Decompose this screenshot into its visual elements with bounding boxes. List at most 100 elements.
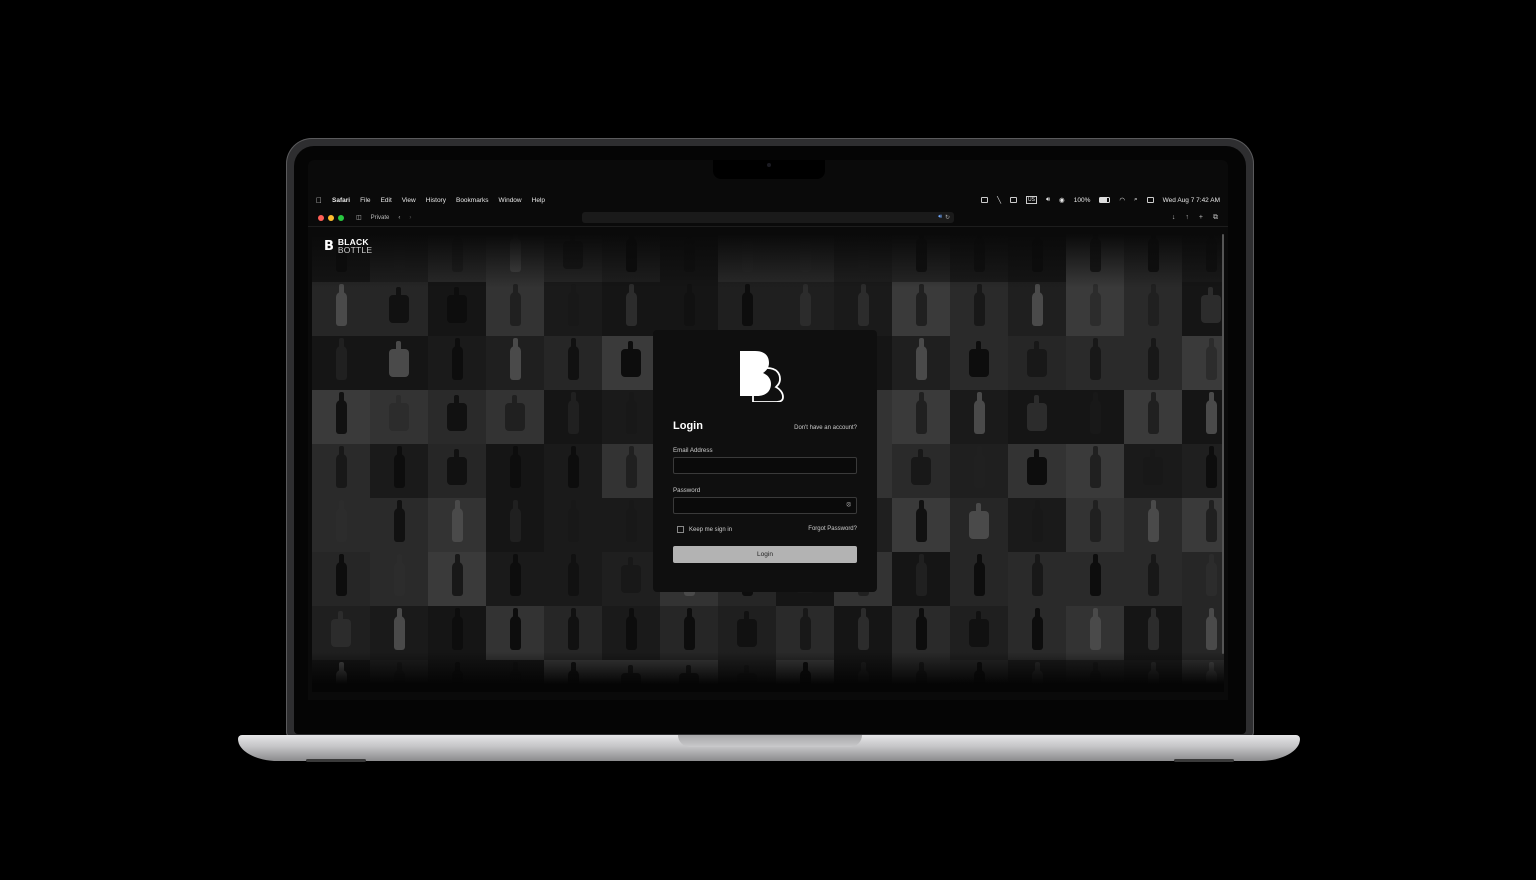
bottle-icon — [737, 611, 757, 647]
bottle-icon — [331, 611, 351, 647]
apple-icon[interactable]:  — [316, 196, 322, 205]
address-bar[interactable]: 🔊︎ ↻ — [582, 212, 954, 223]
bottle-icon — [1027, 341, 1047, 377]
menu-window[interactable]: Window — [499, 197, 522, 204]
volume-icon[interactable]: 🔊︎ — [1046, 196, 1050, 204]
bottle-tile — [486, 282, 544, 336]
top-fade — [312, 228, 1224, 288]
bottle-tile — [1066, 282, 1124, 336]
menu-history[interactable]: History — [426, 197, 446, 204]
bottle-icon — [621, 557, 641, 593]
bottle-icon — [1089, 446, 1101, 488]
close-window-button[interactable] — [318, 214, 324, 221]
bottle-icon — [1089, 392, 1101, 434]
keyboard-layout[interactable]: US — [1025, 196, 1037, 204]
clipboard-icon[interactable] — [981, 197, 989, 203]
back-icon[interactable]: ‹ — [398, 215, 400, 221]
audio-icon[interactable]: 🔊︎ — [938, 214, 942, 221]
bottle-tile — [950, 552, 1008, 606]
bottle-icon — [389, 287, 409, 323]
bottle-tile — [544, 336, 602, 390]
bottle-tile — [718, 282, 776, 336]
bottle-icon — [973, 392, 985, 434]
bottle-tile — [892, 390, 950, 444]
download-icon[interactable]: ↓ — [1172, 214, 1176, 222]
bottle-tile — [602, 390, 660, 444]
focus-icon[interactable]: ◉ — [1059, 196, 1065, 204]
bottle-icon — [625, 392, 637, 434]
bottle-tile — [428, 282, 486, 336]
search-icon[interactable]: ⌕ — [1134, 196, 1138, 204]
signup-link[interactable]: Don't have an account? — [794, 425, 857, 431]
wifi-icon[interactable]: ◠ — [1119, 196, 1125, 204]
share-icon[interactable]: ↑ — [1185, 214, 1189, 222]
sidebar-icon[interactable]: ◫ — [356, 214, 362, 221]
bottle-icon — [1205, 392, 1217, 434]
toolbar-actions: ↓ ↑ + ⧉ — [1172, 214, 1218, 222]
bottle-icon — [683, 284, 695, 326]
login-card: Login Don't have an account? Email Addre… — [653, 330, 877, 592]
bottom-fade — [312, 652, 1224, 692]
menu-bookmarks[interactable]: Bookmarks — [456, 197, 489, 204]
bottle-tile — [776, 282, 834, 336]
bottle-icon — [915, 554, 927, 596]
bottle-tile — [1182, 390, 1224, 444]
bottle-icon — [509, 284, 521, 326]
battery-icon[interactable] — [1099, 197, 1111, 203]
bottle-icon — [1031, 608, 1043, 650]
menu-help[interactable]: Help — [532, 197, 545, 204]
bottle-tile — [486, 552, 544, 606]
menu-edit[interactable]: Edit — [381, 197, 392, 204]
clock[interactable]: Wed Aug 7 7:42 AM — [1163, 197, 1220, 204]
bottle-tile — [544, 444, 602, 498]
bottle-tile — [428, 390, 486, 444]
zoom-window-button[interactable] — [338, 214, 344, 221]
login-button[interactable]: Login — [673, 546, 857, 563]
bottle-tile — [370, 282, 428, 336]
bottle-tile — [544, 552, 602, 606]
menu-view[interactable]: View — [402, 197, 416, 204]
reload-icon[interactable]: ↻ — [945, 214, 950, 221]
brand-logo[interactable]: B BLACK BOTTLE — [324, 238, 373, 255]
bottle-icon — [447, 395, 467, 431]
tab-overview-icon[interactable]: ⧉ — [1213, 214, 1218, 222]
bottle-tile — [602, 336, 660, 390]
new-tab-icon[interactable]: + — [1199, 214, 1203, 222]
bottle-tile — [312, 390, 370, 444]
bottle-icon — [683, 608, 695, 650]
menu-file[interactable]: File — [360, 197, 370, 204]
bottle-icon — [915, 608, 927, 650]
slash-icon[interactable]: ╲ — [997, 196, 1001, 204]
minimize-window-button[interactable] — [328, 214, 334, 221]
eye-off-icon[interactable]: ⦻ — [846, 501, 851, 509]
bottle-tile — [1182, 552, 1224, 606]
bottle-icon — [451, 554, 463, 596]
bottle-icon — [393, 554, 405, 596]
brand-line-2: BOTTLE — [337, 245, 373, 255]
scrollbar[interactable] — [1222, 234, 1224, 654]
password-field[interactable]: ⦻ — [673, 497, 857, 514]
status-area: ╲ US 🔊︎ ◉ 100% ◠ ⌕ Wed Aug 7 7:42 AM — [981, 196, 1220, 204]
email-label: Email Address — [673, 447, 713, 454]
forgot-password-link[interactable]: Forgot Password? — [808, 526, 857, 532]
bottle-icon — [1205, 608, 1217, 650]
menu-app-name[interactable]: Safari — [332, 197, 350, 204]
email-field[interactable] — [673, 457, 857, 474]
bottle-icon — [1147, 554, 1159, 596]
control-center-icon[interactable] — [1146, 197, 1154, 203]
bottle-tile — [370, 390, 428, 444]
brand-wordmark: BLACK BOTTLE — [337, 238, 373, 255]
bottle-icon — [393, 446, 405, 488]
bottle-icon — [1205, 446, 1217, 488]
keep-signed-in[interactable]: Keep me sign in — [677, 526, 732, 533]
display-icon[interactable] — [1009, 197, 1017, 203]
bottle-icon — [335, 338, 347, 380]
bottle-tile — [892, 282, 950, 336]
bottle-tile — [428, 498, 486, 552]
bottle-icon — [625, 284, 637, 326]
keep-signed-in-checkbox[interactable] — [677, 526, 684, 533]
bottle-icon — [1147, 500, 1159, 542]
forward-icon[interactable]: › — [409, 215, 411, 221]
bottle-icon — [1147, 392, 1159, 434]
private-label: Private — [370, 214, 390, 221]
